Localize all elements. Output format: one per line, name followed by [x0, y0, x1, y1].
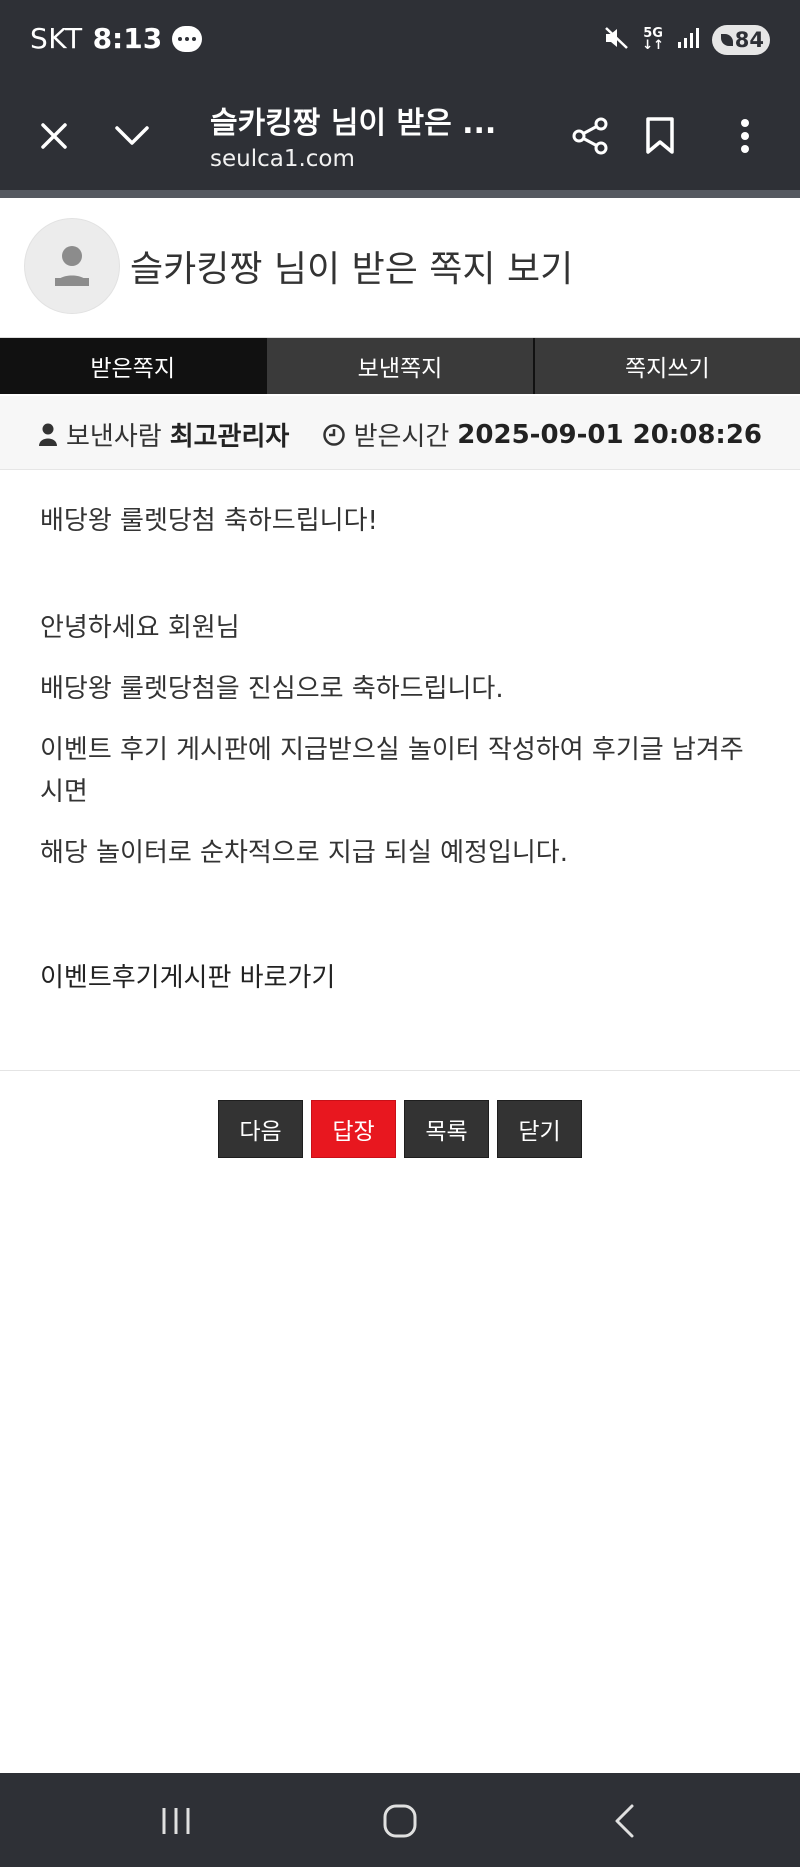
avatar — [24, 218, 120, 314]
clock-icon — [322, 423, 345, 446]
battery-icon: 84 — [712, 25, 770, 55]
bookmark-icon[interactable] — [630, 106, 690, 166]
tab-inbox[interactable]: 받은쪽지 — [0, 338, 268, 394]
chevron-down-icon[interactable] — [102, 106, 162, 166]
home-icon[interactable] — [370, 1791, 430, 1851]
content-divider — [0, 1070, 800, 1071]
mute-icon — [602, 24, 630, 56]
message-tabs: 받은쪽지 보낸쪽지 쪽지쓰기 — [0, 338, 800, 394]
tab-sent[interactable]: 보낸쪽지 — [267, 338, 535, 394]
clock: 8:13 — [92, 22, 163, 55]
message-line: 해당 놀이터로 순차적으로 지급 되실 예정입니다. — [40, 838, 568, 868]
status-right: 5G ↓↑ 84 — [602, 24, 770, 56]
close-button[interactable]: 닫기 — [497, 1100, 582, 1158]
received-time-value: 2025-09-01 20:08:26 — [457, 419, 762, 450]
message-line: 안녕하세요 회원님 — [40, 613, 240, 643]
battery-level: 84 — [734, 28, 764, 52]
system-nav-bar — [0, 1773, 800, 1867]
action-buttons: 다음 답장 목록 닫기 — [0, 1100, 800, 1158]
tab-write[interactable]: 쪽지쓰기 — [534, 338, 800, 394]
user-icon — [39, 423, 57, 446]
status-left: SKT 8:13 — [30, 22, 203, 55]
next-button[interactable]: 다음 — [218, 1100, 303, 1158]
toolbar-divider — [0, 190, 800, 198]
user-icon — [55, 246, 89, 286]
back-icon[interactable] — [594, 1791, 654, 1851]
5g-icon: 5G ↓↑ — [642, 26, 664, 53]
network-type: 5G — [643, 26, 663, 41]
sender-info: 보낸사람 최고관리자 — [38, 416, 289, 453]
close-icon[interactable] — [24, 106, 84, 166]
message-body: 배당왕 룰렛당첨 축하드립니다! 안녕하세요 회원님 배당왕 룰렛당첨을 진심으… — [40, 500, 760, 1018]
chat-icon — [172, 25, 203, 52]
message-subject: 배당왕 룰렛당첨 축하드립니다! — [40, 506, 378, 536]
signal-icon — [676, 26, 700, 54]
share-icon[interactable] — [560, 106, 620, 166]
sender-label: 보낸사람 — [66, 422, 162, 452]
received-time-label: 받은시간 — [353, 422, 450, 452]
message-line: 이벤트 후기 게시판에 지급받으실 놀이터 작성하여 후기글 남겨주시면 — [40, 735, 744, 807]
page-title: 슬카킹짱 님이 받은 쪽지 보기 — [130, 249, 574, 290]
list-button[interactable]: 목록 — [404, 1100, 489, 1158]
more-icon[interactable] — [715, 106, 775, 166]
browser-url[interactable]: seulca1.com — [210, 146, 355, 172]
message-meta: 보낸사람 최고관리자 받은시간 2025-09-01 20:08:26 — [0, 396, 800, 470]
browser-toolbar: 슬카킹짱 님이 받은 ... seulca1.com — [0, 84, 800, 190]
recent-apps-icon[interactable] — [146, 1791, 206, 1851]
event-board-link[interactable]: 이벤트후기게시판 바로가기 — [40, 957, 760, 999]
carrier-label: SKT — [30, 22, 83, 55]
status-bar: SKT 8:13 5G ↓↑ 84 — [0, 0, 800, 84]
reply-button[interactable]: 답장 — [311, 1100, 396, 1158]
browser-title: 슬카킹짱 님이 받은 ... — [210, 106, 497, 141]
page-header: 슬카킹짱 님이 받은 쪽지 보기 — [0, 198, 800, 338]
sender-name: 최고관리자 — [169, 422, 290, 452]
received-time-info: 받은시간 2025-09-01 20:08:26 — [322, 416, 762, 453]
message-line: 배당왕 룰렛당첨을 진심으로 축하드립니다. — [40, 674, 504, 704]
